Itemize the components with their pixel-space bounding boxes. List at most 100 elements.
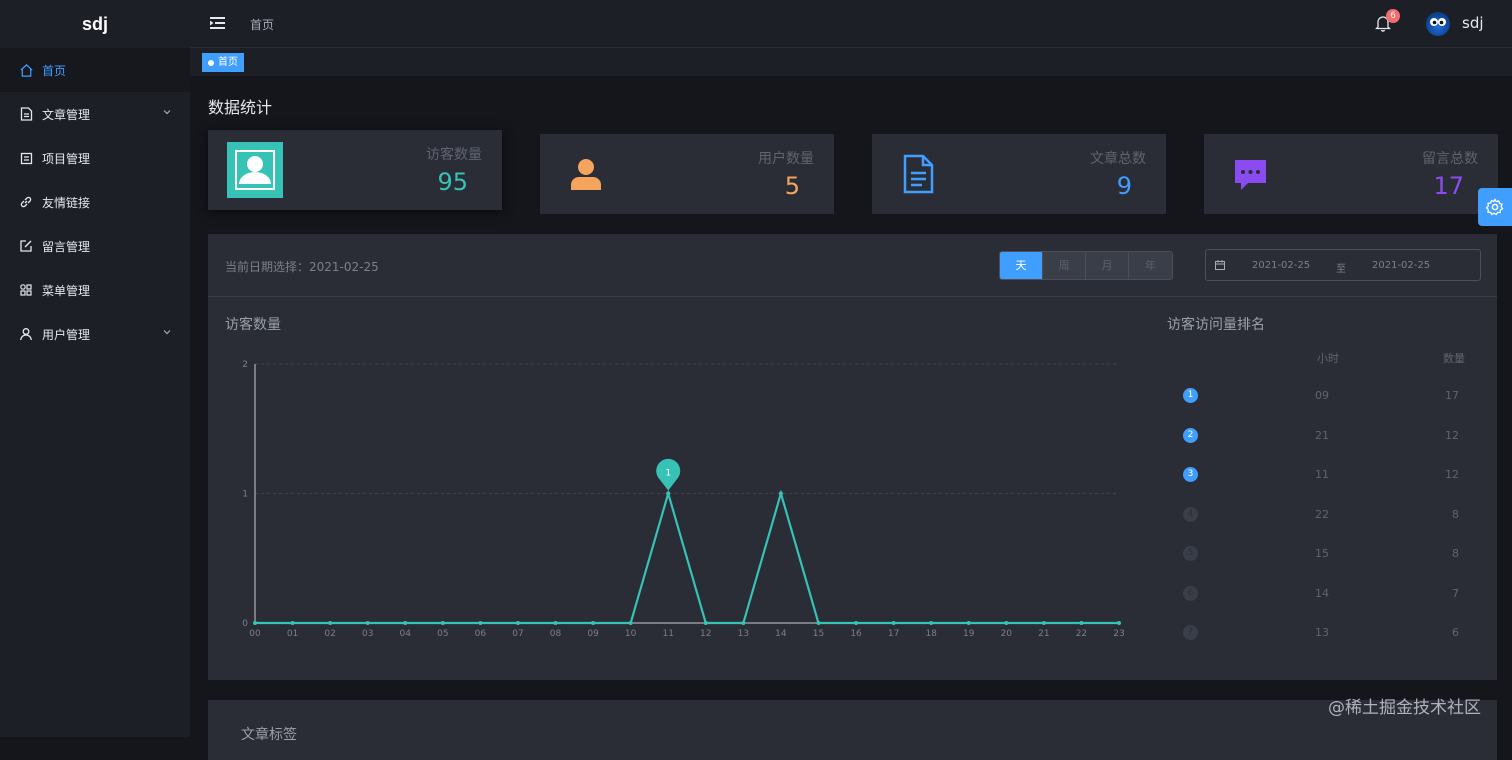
sidebar-item-label: 项目管理 <box>42 151 91 166</box>
rank-number: 7 <box>1183 625 1198 640</box>
watermark: @稀土掘金技术社区 <box>1328 698 1481 718</box>
gear-icon <box>1486 198 1504 216</box>
x-tick-label: 02 <box>324 629 335 639</box>
data-point <box>854 621 859 625</box>
sidebar-item-projects[interactable]: 项目管理 <box>0 136 190 180</box>
period-week-button[interactable]: 周 <box>1043 252 1086 279</box>
avatar[interactable] <box>1426 12 1450 36</box>
data-point <box>253 621 257 625</box>
data-point <box>328 621 333 625</box>
chevron-down-icon[interactable] <box>162 107 172 117</box>
stat-card-users[interactable]: 用户数量 5 <box>540 134 834 214</box>
data-point <box>1117 621 1121 625</box>
stat-value: 9 <box>1116 172 1132 200</box>
app-logo[interactable]: sdj <box>0 0 190 48</box>
visitor-panel: 当前日期选择：2021-02-25 天 周 月 年 2021-02-25 至 2… <box>208 234 1497 680</box>
mark-point-label: 1 <box>665 469 671 479</box>
x-tick-label: 18 <box>925 629 937 639</box>
x-tick-label: 10 <box>625 629 637 639</box>
sidebar-item-label: 留言管理 <box>42 239 91 254</box>
data-point <box>966 621 971 625</box>
rank-hour: 09 <box>1315 389 1329 402</box>
x-tick-label: 20 <box>1001 629 1013 639</box>
data-point <box>478 621 483 625</box>
data-point <box>703 621 708 625</box>
page-title: 数据统计 <box>208 98 273 117</box>
link-icon <box>18 194 34 210</box>
stat-value: 17 <box>1433 172 1464 200</box>
stat-card-articles[interactable]: 文章总数 9 <box>872 134 1166 214</box>
sidebar-item-messages[interactable]: 留言管理 <box>0 224 190 268</box>
range-end[interactable]: 2021-02-25 <box>1372 260 1430 271</box>
stat-value: 5 <box>784 172 800 200</box>
rank-count: 17 <box>1445 389 1459 402</box>
tag-active-dot <box>208 59 214 66</box>
tag-label: 首页 <box>218 57 238 68</box>
y-tick-label: 0 <box>242 619 248 629</box>
rank-hour: 11 <box>1315 468 1329 481</box>
sidebar-item-articles[interactable]: 文章管理 <box>0 92 190 136</box>
stat-label: 文章总数 <box>1090 151 1146 167</box>
sidebar-item-menus[interactable]: 菜单管理 <box>0 268 190 312</box>
chevron-down-icon[interactable] <box>162 327 172 337</box>
date-value: 2021-02-25 <box>309 260 379 274</box>
data-point <box>1041 621 1046 625</box>
series-line <box>255 489 1119 625</box>
x-tick-label: 09 <box>587 629 599 639</box>
ranking-col-hour: 小时 <box>1317 352 1339 365</box>
rank-number: 2 <box>1183 427 1198 443</box>
rank-number: 6 <box>1183 585 1198 601</box>
user-icon <box>18 326 34 342</box>
x-tick-label: 01 <box>287 629 298 639</box>
rank-hour: 22 <box>1315 507 1329 521</box>
data-point <box>290 621 295 625</box>
rank-count: 12 <box>1445 468 1459 481</box>
x-tick-label: 08 <box>550 629 562 639</box>
date-range-picker[interactable]: 2021-02-25 至 2021-02-25 <box>1205 249 1481 281</box>
data-point <box>628 621 633 625</box>
stat-label: 用户数量 <box>758 151 814 167</box>
range-start[interactable]: 2021-02-25 <box>1252 260 1310 271</box>
data-point <box>403 621 408 625</box>
list-icon <box>18 150 34 166</box>
ranking-row: 5 15 8 <box>1183 544 1469 564</box>
rank-number: 5 <box>1183 546 1198 561</box>
tag-home[interactable]: 首页 <box>202 53 244 72</box>
current-date: 当前日期选择：2021-02-25 <box>225 258 379 275</box>
date-label: 当前日期选择： <box>225 260 310 274</box>
settings-button[interactable] <box>1478 188 1512 226</box>
data-point <box>741 621 746 625</box>
sidebar-item-label: 文章管理 <box>42 107 91 122</box>
sidebar-item-label: 用户管理 <box>42 327 91 342</box>
sidebar: sdj 首页 文章管理 项目管理 友情链接 留言管理 菜单管理 用户管理 <box>0 0 190 737</box>
visitor-line-chart[interactable]: 01200 01 02 03 04 05 06 07 08 09 10 11 12 13 14 15 16 17 1… <box>208 334 1148 654</box>
menu-toggle-icon[interactable] <box>210 16 225 30</box>
rank-number: 4 <box>1183 506 1198 522</box>
x-tick-label: 13 <box>738 629 749 639</box>
tags-bar: 首页 <box>190 48 1512 76</box>
period-switcher: 天 周 月 年 <box>999 251 1173 280</box>
stat-card-messages[interactable]: 留言总数 17 <box>1204 134 1498 214</box>
sidebar-item-users[interactable]: 用户管理 <box>0 312 190 356</box>
sidebar-item-home[interactable]: 首页 <box>0 48 190 92</box>
x-tick-label: 06 <box>475 629 487 639</box>
rank-hour: 15 <box>1315 547 1329 560</box>
breadcrumb[interactable]: 首页 <box>250 16 274 33</box>
username[interactable]: sdj <box>1462 14 1484 32</box>
ranking-col-count: 数量 <box>1443 352 1465 365</box>
stat-value: 95 <box>437 168 468 196</box>
period-month-button[interactable]: 月 <box>1086 252 1129 279</box>
sidebar-item-label: 首页 <box>42 63 67 78</box>
range-separator: 至 <box>1336 264 1346 275</box>
stat-label: 留言总数 <box>1422 151 1478 167</box>
period-day-button[interactable]: 天 <box>1000 252 1043 279</box>
tags-panel: 文章标签 <box>208 700 1497 760</box>
data-point <box>440 621 445 625</box>
data-point <box>591 621 596 625</box>
stat-card-visitors[interactable]: 访客数量 95 <box>208 130 502 210</box>
message-icon <box>1222 146 1278 202</box>
x-tick-label: 14 <box>775 629 787 639</box>
sidebar-item-links[interactable]: 友情链接 <box>0 180 190 224</box>
period-year-button[interactable]: 年 <box>1129 252 1172 279</box>
x-tick-label: 22 <box>1076 629 1087 639</box>
